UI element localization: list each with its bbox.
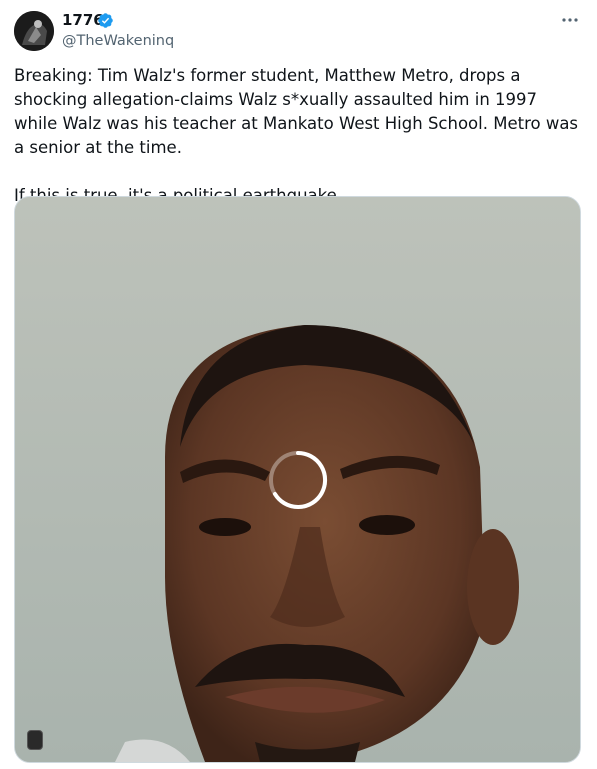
tweet-text: Breaking: Tim Walz's former student, Mat… <box>14 64 584 208</box>
media-indicator-icon <box>27 730 43 750</box>
verified-badge-icon <box>98 13 113 28</box>
loading-spinner-icon <box>269 450 328 509</box>
tweet-paragraph: Breaking: Tim Walz's former student, Mat… <box>14 66 579 157</box>
tweet-card: 1776 @TheWakeninq Breaking: Tim Walz's f… <box>0 0 597 769</box>
avatar[interactable] <box>14 11 54 51</box>
author-handle[interactable]: @TheWakeninq <box>62 32 174 50</box>
more-options-icon[interactable] <box>561 16 579 24</box>
video-player[interactable] <box>14 196 581 763</box>
